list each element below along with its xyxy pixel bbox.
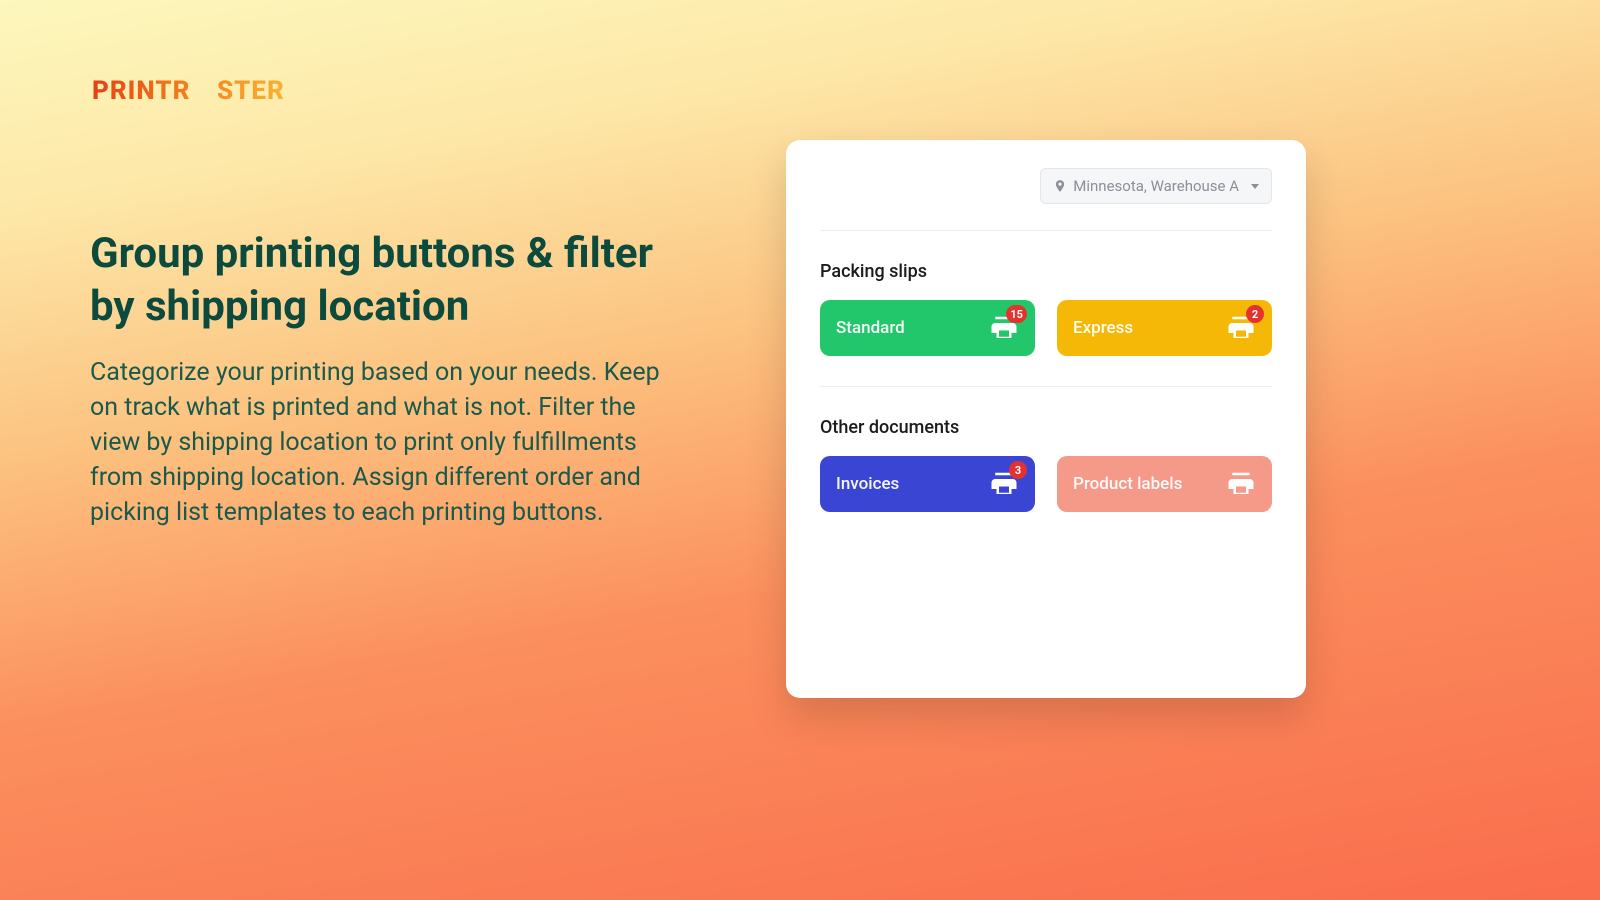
printer-icon: 2 — [1226, 313, 1256, 343]
print-button-label: Invoices — [836, 474, 899, 494]
printer-icon: 15 — [989, 313, 1019, 343]
printing-card: Minnesota, Warehouse A Packing slips Sta… — [786, 140, 1306, 698]
print-button-label: Product labels — [1073, 474, 1182, 494]
brand-part-2: STER — [217, 76, 285, 106]
printer-icon — [1226, 469, 1256, 499]
brand-part-1: PRINTR — [92, 76, 190, 106]
chevron-down-icon — [1251, 184, 1259, 189]
location-select[interactable]: Minnesota, Warehouse A — [1040, 168, 1272, 204]
print-button-express[interactable]: Express 2 — [1057, 300, 1272, 356]
brand-logo: PRINTR ∞ STER — [92, 76, 285, 106]
section-title-packing-slips: Packing slips — [820, 261, 1272, 282]
hero-section: Group printing buttons & filter by shipp… — [90, 228, 690, 530]
other-documents-row: Invoices 3 Product labels — [820, 456, 1272, 542]
location-label: Minnesota, Warehouse A — [1073, 177, 1239, 195]
infinity-icon: ∞ — [189, 77, 218, 107]
print-button-invoices[interactable]: Invoices 3 — [820, 456, 1035, 512]
location-pin-icon — [1053, 178, 1065, 194]
print-badge: 2 — [1246, 305, 1264, 323]
printer-icon: 3 — [989, 469, 1019, 499]
print-badge: 15 — [1006, 305, 1027, 323]
section-title-other-documents: Other documents — [820, 417, 1272, 438]
print-button-label: Express — [1073, 318, 1133, 338]
print-badge: 3 — [1009, 461, 1027, 479]
print-button-label: Standard — [836, 318, 905, 338]
hero-title: Group printing buttons & filter by shipp… — [90, 228, 690, 333]
print-button-product-labels[interactable]: Product labels — [1057, 456, 1272, 512]
packing-slips-row: Standard 15 Express 2 — [820, 300, 1272, 387]
hero-body: Categorize your printing based on your n… — [90, 355, 690, 530]
card-header: Minnesota, Warehouse A — [820, 168, 1272, 231]
print-button-standard[interactable]: Standard 15 — [820, 300, 1035, 356]
